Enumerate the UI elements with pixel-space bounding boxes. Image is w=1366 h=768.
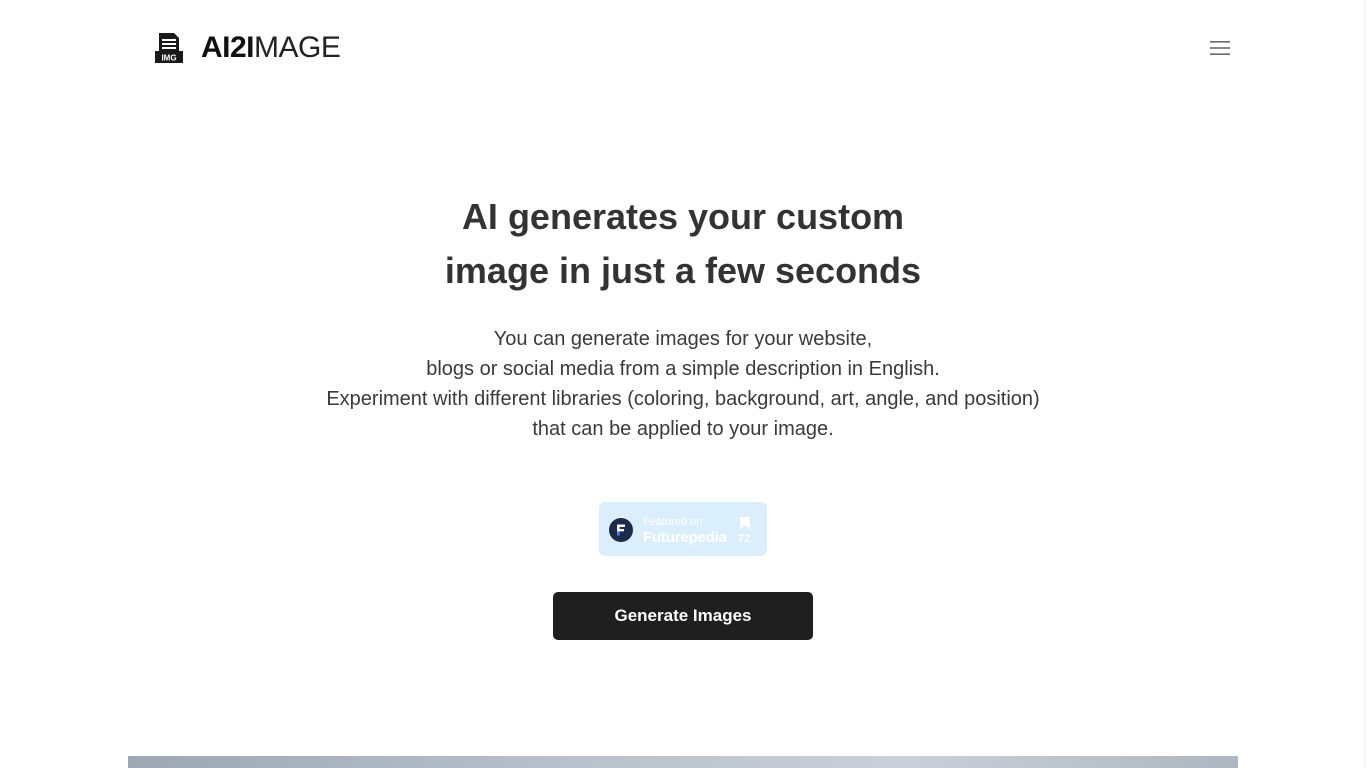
page-edge-shadow — [1362, 0, 1366, 768]
logo-light-text: MAGE — [254, 31, 341, 64]
hero-description: You can generate images for your website… — [233, 324, 1133, 444]
logo-wordmark: AI2IMAGE — [201, 30, 341, 66]
hero-description-line: You can generate images for your website… — [493, 328, 873, 350]
logo-bold-text: AI2I — [201, 31, 255, 64]
site-header: IMG AI2IMAGE — [0, 0, 1366, 96]
futurepedia-badge[interactable]: Featured on Futurepedia 72 — [599, 502, 767, 556]
bookmark-icon — [740, 517, 750, 529]
hero-description-line: Experiment with different libraries (col… — [326, 388, 1040, 410]
menu-button[interactable] — [1206, 36, 1234, 60]
site-logo[interactable]: IMG AI2IMAGE — [154, 30, 341, 66]
badge-brand-text: Futurepedia — [643, 529, 727, 546]
generate-images-button[interactable]: Generate Images — [553, 592, 813, 640]
preview-image-strip — [128, 756, 1238, 768]
badge-featured-text: Featured on — [643, 516, 703, 528]
hamburger-menu-icon — [1210, 41, 1230, 55]
hero-title: AI generates your custom image in just a… — [333, 190, 1033, 298]
svg-text:IMG: IMG — [161, 54, 176, 63]
hero-title-line-2: image in just a few seconds — [444, 250, 922, 291]
page: IMG AI2IMAGE AI generates your custom im… — [0, 0, 1366, 768]
hero-description-line: that can be applied to your image. — [532, 418, 834, 440]
hero-title-line-1: AI generates your custom — [461, 196, 905, 237]
hero-description-line: blogs or social media from a simple desc… — [426, 358, 940, 380]
badge-count: 72 — [738, 533, 751, 545]
hero-section: AI generates your custom image in just a… — [0, 190, 1366, 444]
image-file-icon: IMG — [155, 33, 183, 63]
futurepedia-logo-icon — [609, 518, 633, 542]
